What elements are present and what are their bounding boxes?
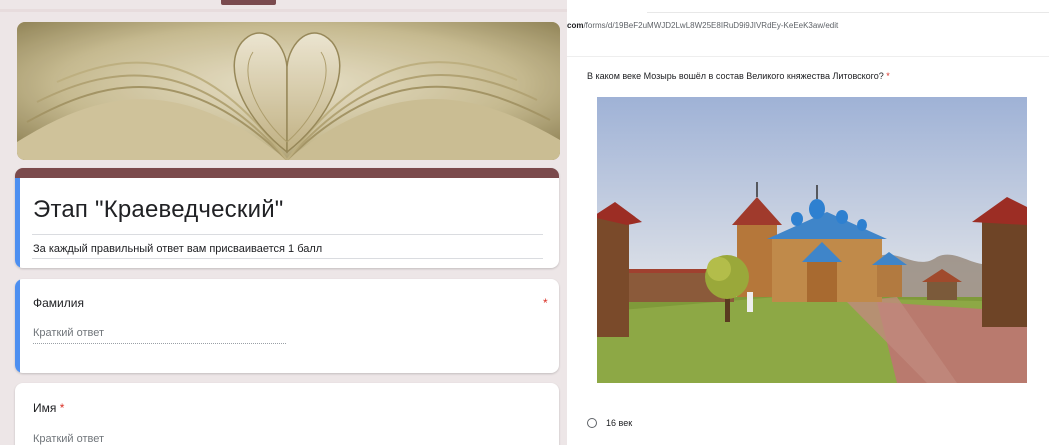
active-accent-bar: [15, 178, 20, 268]
option-label: 16 век: [606, 418, 633, 428]
active-accent-bar: [15, 279, 20, 373]
divider: [567, 56, 1049, 57]
form-title[interactable]: Этап "Краеведческий": [33, 196, 284, 224]
url-domain: com: [567, 21, 584, 30]
question-title: Фамилия: [33, 296, 84, 310]
question-card-name[interactable]: Имя * Краткий ответ: [15, 383, 559, 445]
description-underline: [32, 258, 543, 259]
quiz-question: В каком веке Мозырь вошёл в состав Велик…: [587, 71, 890, 81]
required-asterisk: *: [59, 401, 65, 415]
top-strip: [0, 9, 567, 12]
form-description[interactable]: За каждый правильный ответ вам присваива…: [33, 243, 322, 255]
question-title: Имя *: [33, 401, 64, 415]
question-card-surname[interactable]: Фамилия * Краткий ответ: [15, 279, 559, 373]
form-title-card: Этап "Краеведческий" За каждый правильны…: [15, 168, 559, 268]
required-asterisk: *: [543, 296, 548, 310]
form-preview-panel: Этап "Краеведческий" За каждый правильны…: [0, 0, 567, 445]
answer-option[interactable]: 16 век: [587, 416, 632, 430]
quiz-question-text: В каком веке Мозырь вошёл в состав Велик…: [587, 71, 884, 81]
title-underline: [32, 234, 543, 235]
active-tab-indicator: [221, 0, 276, 5]
quiz-panel: com/forms/d/19BeF2uMWJD2LwL8W25E8IRuD9i9…: [567, 0, 1049, 445]
form-header-image: [17, 22, 560, 160]
answer-underline: [33, 343, 286, 344]
wooden-church-photo: [597, 97, 1027, 383]
address-bar[interactable]: com/forms/d/19BeF2uMWJD2LwL8W25E8IRuD9i9…: [567, 0, 1049, 56]
question-image: [597, 97, 1027, 383]
short-answer-placeholder[interactable]: Краткий ответ: [33, 327, 104, 339]
url-text[interactable]: com/forms/d/19BeF2uMWJD2LwL8W25E8IRuD9i9…: [567, 21, 838, 30]
required-asterisk: *: [886, 71, 890, 81]
address-bar-border: [647, 12, 1049, 13]
short-answer-placeholder[interactable]: Краткий ответ: [33, 433, 104, 445]
url-path: /forms/d/19BeF2uMWJD2LwL8W25E8IRuD9i9JIV…: [583, 21, 839, 30]
open-book-heart-image: [17, 22, 560, 160]
radio-button[interactable]: [587, 418, 597, 428]
question-title-text: Имя: [33, 401, 57, 415]
